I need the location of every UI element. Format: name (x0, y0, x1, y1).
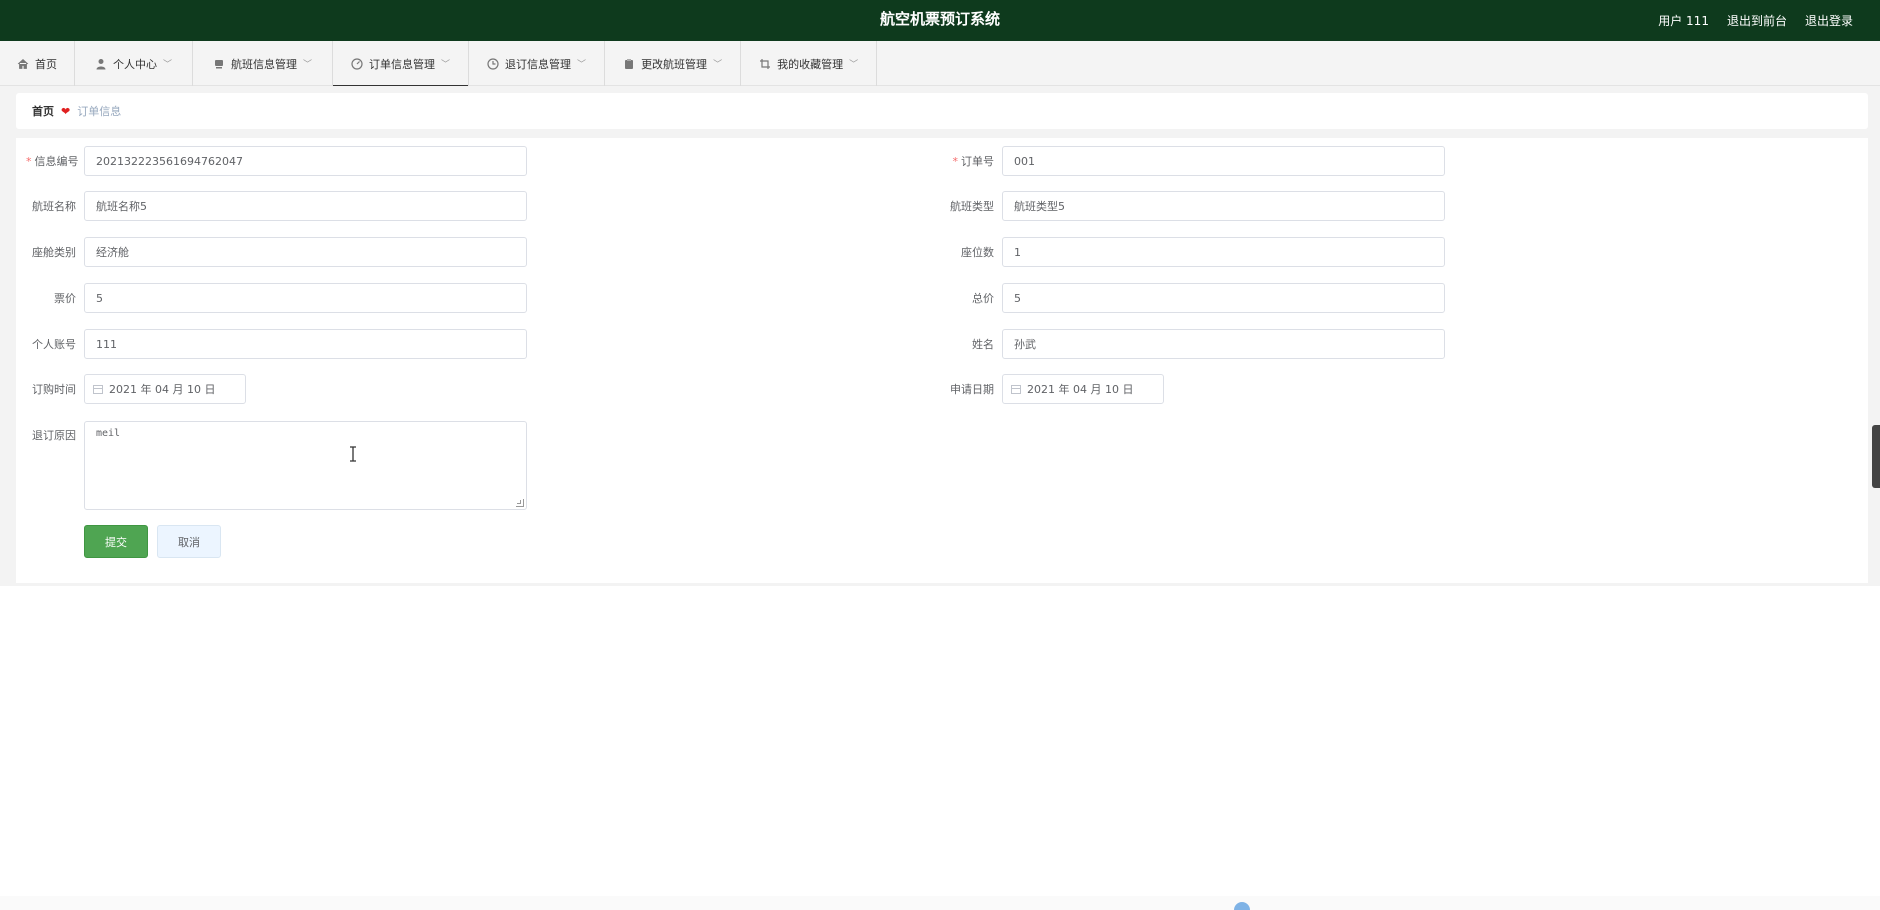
account-label: 个人账号 (32, 338, 76, 351)
scrollbar-thumb[interactable] (1872, 425, 1880, 488)
order-time-picker[interactable]: 2021 年 04 月 10 日 (84, 374, 246, 404)
chevron-down-icon: ﹀ (577, 60, 587, 70)
text-cursor-icon (350, 446, 356, 462)
name-input[interactable]: 孙武 (1002, 329, 1445, 359)
nav-label: 订单信息管理 (369, 57, 436, 71)
submit-button[interactable]: 提交 (84, 525, 148, 558)
clipboard-icon (623, 58, 635, 70)
nav-item-favorites[interactable]: 我的收藏管理 ﹀ (741, 41, 878, 86)
order-no-label: * 订单号 (952, 155, 995, 168)
logout-link[interactable]: 退出登录 (1805, 12, 1853, 29)
reason-text: meil (96, 428, 121, 439)
order-no-field: * 订单号 001 (944, 146, 1445, 176)
breadcrumb-home[interactable]: 首页 (32, 103, 54, 119)
header-actions: 用户 111 退出到前台 退出登录 (1658, 0, 1853, 41)
heart-icon: ❤ (61, 104, 71, 118)
apply-date-picker[interactable]: 2021 年 04 月 10 日 (1002, 374, 1164, 404)
required-mark: * (952, 155, 959, 168)
nav-label: 我的收藏管理 (777, 57, 844, 71)
order-no-input[interactable]: 001 (1002, 146, 1445, 176)
nav-item-refund[interactable]: 退订信息管理 ﹀ (469, 41, 606, 86)
apply-date-field: 申请日期 2021 年 04 月 10 日 (944, 374, 1164, 404)
flight-name-input[interactable]: 航班名称5 (84, 191, 527, 221)
clock-icon (487, 57, 499, 70)
resize-handle[interactable] (516, 499, 524, 507)
account-input[interactable]: 111 (84, 329, 527, 359)
name-field: 姓名 孙武 (944, 329, 1445, 359)
chevron-down-icon: ﹀ (441, 60, 451, 70)
top-bar: 航空机票预订系统 用户 111 退出到前台 退出登录 (0, 0, 1880, 41)
seats-label: 座位数 (961, 246, 994, 259)
nav-item-change-flight[interactable]: 更改航班管理 ﹀ (605, 41, 742, 86)
nav-item-profile[interactable]: 个人中心 ﹀ (75, 41, 194, 86)
cabin-field: 座舱类别 经济舱 (26, 237, 527, 267)
user-icon (95, 58, 107, 70)
reason-textarea[interactable]: meil (84, 421, 527, 510)
gauge-icon (351, 57, 363, 70)
seats-field: 座位数 1 (944, 237, 1445, 267)
chevron-down-icon: ﹀ (849, 60, 859, 70)
nav-label: 航班信息管理 (231, 57, 298, 71)
nav-label: 更改航班管理 (641, 57, 708, 71)
breadcrumb: 首页 ❤ 订单信息 (16, 93, 1868, 129)
nav-item-home[interactable]: 首页 (0, 41, 75, 86)
reason-label: 退订原因 (32, 429, 76, 442)
chevron-down-icon: ﹀ (163, 60, 173, 70)
apply-date-label: 申请日期 (950, 383, 994, 396)
nav-label: 退订信息管理 (505, 57, 572, 71)
apply-date-value: 2021 年 04 月 10 日 (1027, 383, 1134, 396)
info-no-label: * 信息编号 (26, 155, 79, 168)
calendar-icon (93, 384, 103, 394)
account-field: 个人账号 111 (26, 329, 527, 359)
footer-strip (0, 896, 1880, 910)
back-to-front-link[interactable]: 退出到前台 (1727, 12, 1787, 29)
price-input[interactable]: 5 (84, 283, 527, 313)
seats-input[interactable]: 1 (1002, 237, 1445, 267)
flight-type-input[interactable]: 航班类型5 (1002, 191, 1445, 221)
reason-field: 退订原因 (26, 421, 76, 445)
total-field: 总价 5 (944, 283, 1445, 313)
total-label: 总价 (972, 292, 994, 305)
chevron-down-icon: ﹀ (303, 60, 313, 70)
info-no-input[interactable]: 202132223561694762047 (84, 146, 527, 176)
calendar-icon (1011, 384, 1021, 394)
nav-label: 个人中心 (113, 57, 157, 71)
flight-name-label: 航班名称 (32, 200, 76, 213)
order-time-label: 订购时间 (32, 383, 76, 396)
cabin-input[interactable]: 经济舱 (84, 237, 527, 267)
flight-icon (213, 58, 225, 70)
required-mark: * (26, 155, 32, 168)
nav-item-flight[interactable]: 航班信息管理 ﹀ (193, 41, 334, 86)
crop-icon (759, 58, 771, 70)
name-label: 姓名 (972, 338, 994, 351)
order-time-field: 订购时间 2021 年 04 月 10 日 (26, 374, 246, 404)
home-icon (17, 58, 29, 70)
total-input[interactable]: 5 (1002, 283, 1445, 313)
price-field: 票价 5 (26, 283, 527, 313)
nav-item-orders[interactable]: 订单信息管理 ﹀ (333, 41, 470, 87)
breadcrumb-current: 订单信息 (77, 105, 122, 118)
flight-name-field: 航班名称 航班名称5 (26, 191, 527, 221)
cabin-label: 座舱类别 (32, 246, 76, 259)
app-title: 航空机票预订系统 (879, 10, 1000, 28)
cancel-button[interactable]: 取消 (157, 525, 221, 558)
order-time-value: 2021 年 04 月 10 日 (109, 383, 216, 396)
current-user: 用户 111 (1658, 14, 1709, 28)
flight-type-field: 航班类型 航班类型5 (944, 191, 1445, 221)
chevron-down-icon: ﹀ (713, 60, 723, 70)
flight-type-label: 航班类型 (950, 200, 994, 213)
price-label: 票价 (54, 292, 76, 305)
main-nav: 首页 个人中心 ﹀ 航班信息管理 ﹀ 订单信息管理 ﹀ 退订信息管理 ﹀ 更改航… (0, 41, 1880, 87)
nav-label: 首页 (35, 57, 57, 71)
info-no-field: * 信息编号 202132223561694762047 (26, 146, 527, 176)
